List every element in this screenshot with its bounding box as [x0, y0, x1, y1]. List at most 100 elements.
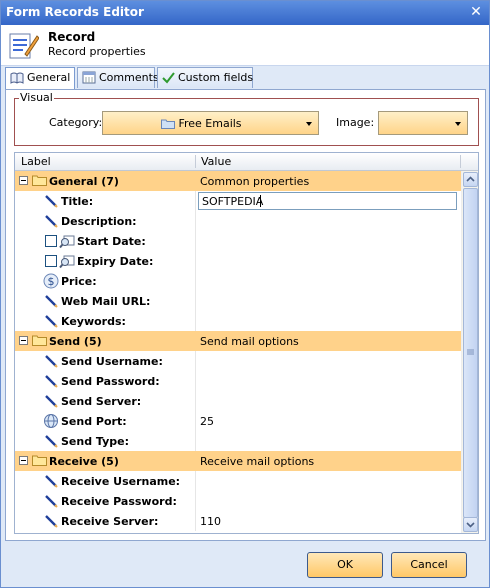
tab-strip: General Comments Custom fields — [5, 67, 487, 90]
category-label: Send (5) — [49, 335, 102, 348]
property-label: Receive Server: — [61, 515, 159, 528]
image-label: Image: — [336, 116, 375, 129]
checkmark-icon — [162, 72, 175, 84]
column-header-value[interactable]: Value — [201, 155, 231, 168]
column-separator — [195, 231, 196, 251]
property-row[interactable]: Receive Password: — [15, 491, 461, 511]
property-row[interactable]: Description: — [15, 211, 461, 231]
column-separator — [195, 471, 196, 491]
title-bar: Form Records Editor ✕ — [1, 1, 489, 25]
pencil-icon — [43, 493, 59, 509]
property-row[interactable]: Web Mail URL: — [15, 291, 461, 311]
column-separator — [195, 371, 196, 391]
column-separator — [195, 291, 196, 311]
column-separator — [195, 251, 196, 271]
pencil-icon — [43, 313, 59, 329]
collapse-toggle[interactable] — [19, 336, 28, 345]
header-title: Record — [48, 30, 96, 44]
property-label: Keywords: — [61, 315, 126, 328]
property-row[interactable]: Receive Username: — [15, 471, 461, 491]
grid-header: Label Value — [15, 153, 478, 171]
property-row[interactable]: Send Server: — [15, 391, 461, 411]
property-label: Title: — [61, 195, 94, 208]
category-value: Free Emails — [103, 117, 300, 130]
property-label: Start Date: — [77, 235, 146, 248]
property-row[interactable]: Start Date: — [15, 231, 461, 251]
property-row[interactable]: Send Type: — [15, 431, 461, 451]
cancel-button[interactable]: Cancel — [391, 552, 467, 578]
pencil-icon — [43, 213, 59, 229]
column-header-label[interactable]: Label — [21, 155, 51, 168]
column-separator — [195, 431, 196, 451]
property-label: Web Mail URL: — [61, 295, 151, 308]
folder-icon — [32, 455, 47, 466]
folder-icon — [32, 335, 47, 346]
property-row[interactable]: Send Password: — [15, 371, 461, 391]
column-separator — [195, 511, 196, 531]
chevron-down-icon — [466, 522, 475, 528]
tab-comments-label: Comments — [99, 71, 159, 84]
property-row[interactable]: Send Port: 25 — [15, 411, 461, 431]
category-row[interactable]: General (7) Common properties — [15, 171, 461, 191]
collapse-toggle[interactable] — [19, 176, 28, 185]
ok-button[interactable]: OK — [307, 552, 383, 578]
property-row[interactable]: Expiry Date: — [15, 251, 461, 271]
property-value[interactable]: 25 — [200, 415, 214, 428]
folder-icon — [32, 175, 47, 186]
title-input-value: SOFTPEDIA — [202, 195, 264, 208]
tab-custom-fields-label: Custom fields — [178, 71, 254, 84]
scroll-down-button[interactable] — [463, 517, 478, 532]
pencil-icon — [43, 433, 59, 449]
property-grid: Label Value General (7) Common properties… — [14, 152, 479, 534]
vertical-scrollbar[interactable] — [461, 171, 478, 533]
property-row[interactable]: Keywords: — [15, 311, 461, 331]
property-value[interactable]: 110 — [200, 515, 221, 528]
property-label: Send Port: — [61, 415, 127, 428]
date-checkbox[interactable] — [45, 235, 57, 247]
column-separator — [195, 191, 196, 211]
category-dropdown[interactable]: Free Emails — [102, 111, 319, 135]
pencil-icon — [43, 393, 59, 409]
calendar-search-icon — [59, 233, 75, 249]
tab-comments[interactable]: Comments — [77, 67, 159, 88]
globe-icon — [43, 413, 59, 429]
title-input[interactable]: SOFTPEDIA — [198, 192, 457, 210]
tab-general-label: General — [27, 71, 71, 84]
column-separator — [195, 491, 196, 511]
close-icon[interactable]: ✕ — [469, 5, 483, 19]
column-separator — [195, 271, 196, 291]
date-checkbox[interactable] — [45, 255, 57, 267]
scroll-thumb[interactable] — [463, 188, 478, 518]
general-tab-panel: Visual Category: Free Emails Image: Labe… — [5, 89, 486, 541]
chevron-down-icon — [306, 122, 312, 126]
svg-text:$: $ — [48, 275, 55, 288]
category-label: Receive (5) — [49, 455, 119, 468]
pencil-icon — [43, 193, 59, 209]
property-row[interactable]: Title: SOFTPEDIA — [15, 191, 461, 211]
chevron-up-icon — [466, 176, 475, 182]
image-dropdown[interactable] — [378, 111, 468, 135]
property-row[interactable]: Receive Server: 110 — [15, 511, 461, 531]
property-row[interactable]: Send Username: — [15, 351, 461, 371]
property-label: Expiry Date: — [77, 255, 154, 268]
column-separator — [195, 391, 196, 411]
property-row[interactable]: $ Price: — [15, 271, 461, 291]
category-row[interactable]: Send (5) Send mail options — [15, 331, 461, 351]
tab-custom-fields[interactable]: Custom fields — [157, 67, 253, 88]
category-row[interactable]: Receive (5) Receive mail options — [15, 451, 461, 471]
property-label: Send Type: — [61, 435, 130, 448]
chevron-down-icon — [455, 122, 461, 126]
header-subtitle: Record properties — [48, 45, 146, 58]
category-label: Category: — [49, 116, 103, 129]
property-label: Receive Username: — [61, 475, 181, 488]
pencil-icon — [43, 513, 59, 529]
collapse-toggle[interactable] — [19, 456, 28, 465]
scroll-up-button[interactable] — [463, 172, 478, 187]
category-description: Receive mail options — [200, 455, 315, 468]
tab-general[interactable]: General — [5, 67, 75, 90]
category-description: Common properties — [200, 175, 310, 188]
column-separator — [195, 211, 196, 231]
text-caret — [260, 195, 261, 207]
property-label: Description: — [61, 215, 137, 228]
column-divider[interactable] — [195, 155, 196, 168]
